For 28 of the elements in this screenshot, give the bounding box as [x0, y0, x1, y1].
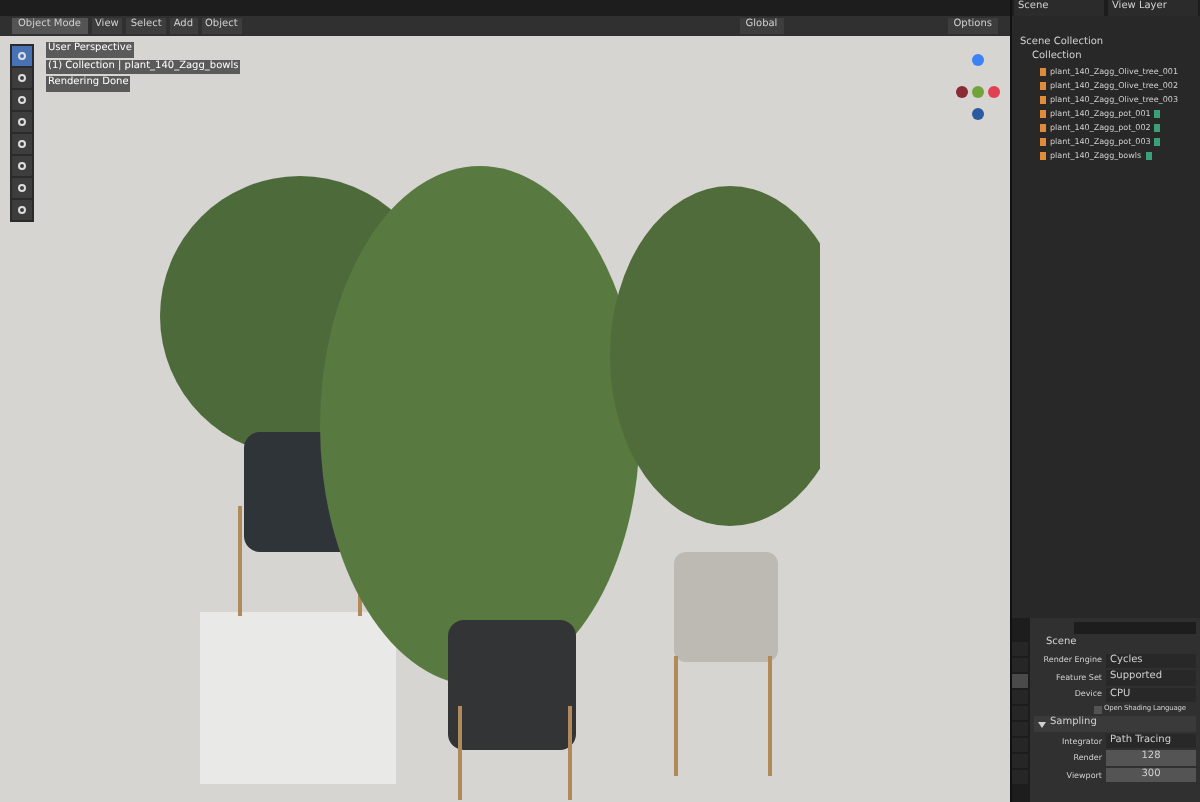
properties-tab[interactable]	[1012, 642, 1028, 656]
checkbox[interactable]	[1094, 705, 1102, 714]
properties-tab[interactable]	[1012, 754, 1028, 768]
tool-icon	[18, 162, 26, 170]
axis-gizmo-icon	[956, 52, 1000, 120]
tool-button[interactable]	[12, 46, 32, 66]
properties-tab[interactable]	[1012, 738, 1028, 752]
chevron-icon	[1038, 720, 1046, 728]
tool-button[interactable]	[12, 112, 32, 132]
tool-button[interactable]	[12, 156, 32, 176]
properties-tab[interactable]	[1012, 690, 1028, 704]
properties-tab[interactable]	[1012, 658, 1028, 672]
properties-tab[interactable]	[1012, 722, 1028, 736]
tool-icon	[18, 118, 26, 126]
tool-icon	[18, 52, 26, 60]
tool-icon	[18, 74, 26, 82]
properties-tab[interactable]	[1012, 770, 1028, 784]
tool-icon	[18, 96, 26, 104]
tool-icon	[18, 184, 26, 192]
tool-icon	[18, 140, 26, 148]
tool-button[interactable]	[12, 178, 32, 198]
tool-button[interactable]	[12, 68, 32, 88]
tool-icon	[18, 206, 26, 214]
tool-button[interactable]	[12, 90, 32, 110]
properties-tab[interactable]	[1012, 674, 1028, 688]
tool-button[interactable]	[12, 200, 32, 220]
tool-button[interactable]	[12, 134, 32, 154]
properties-tab[interactable]	[1012, 706, 1028, 720]
